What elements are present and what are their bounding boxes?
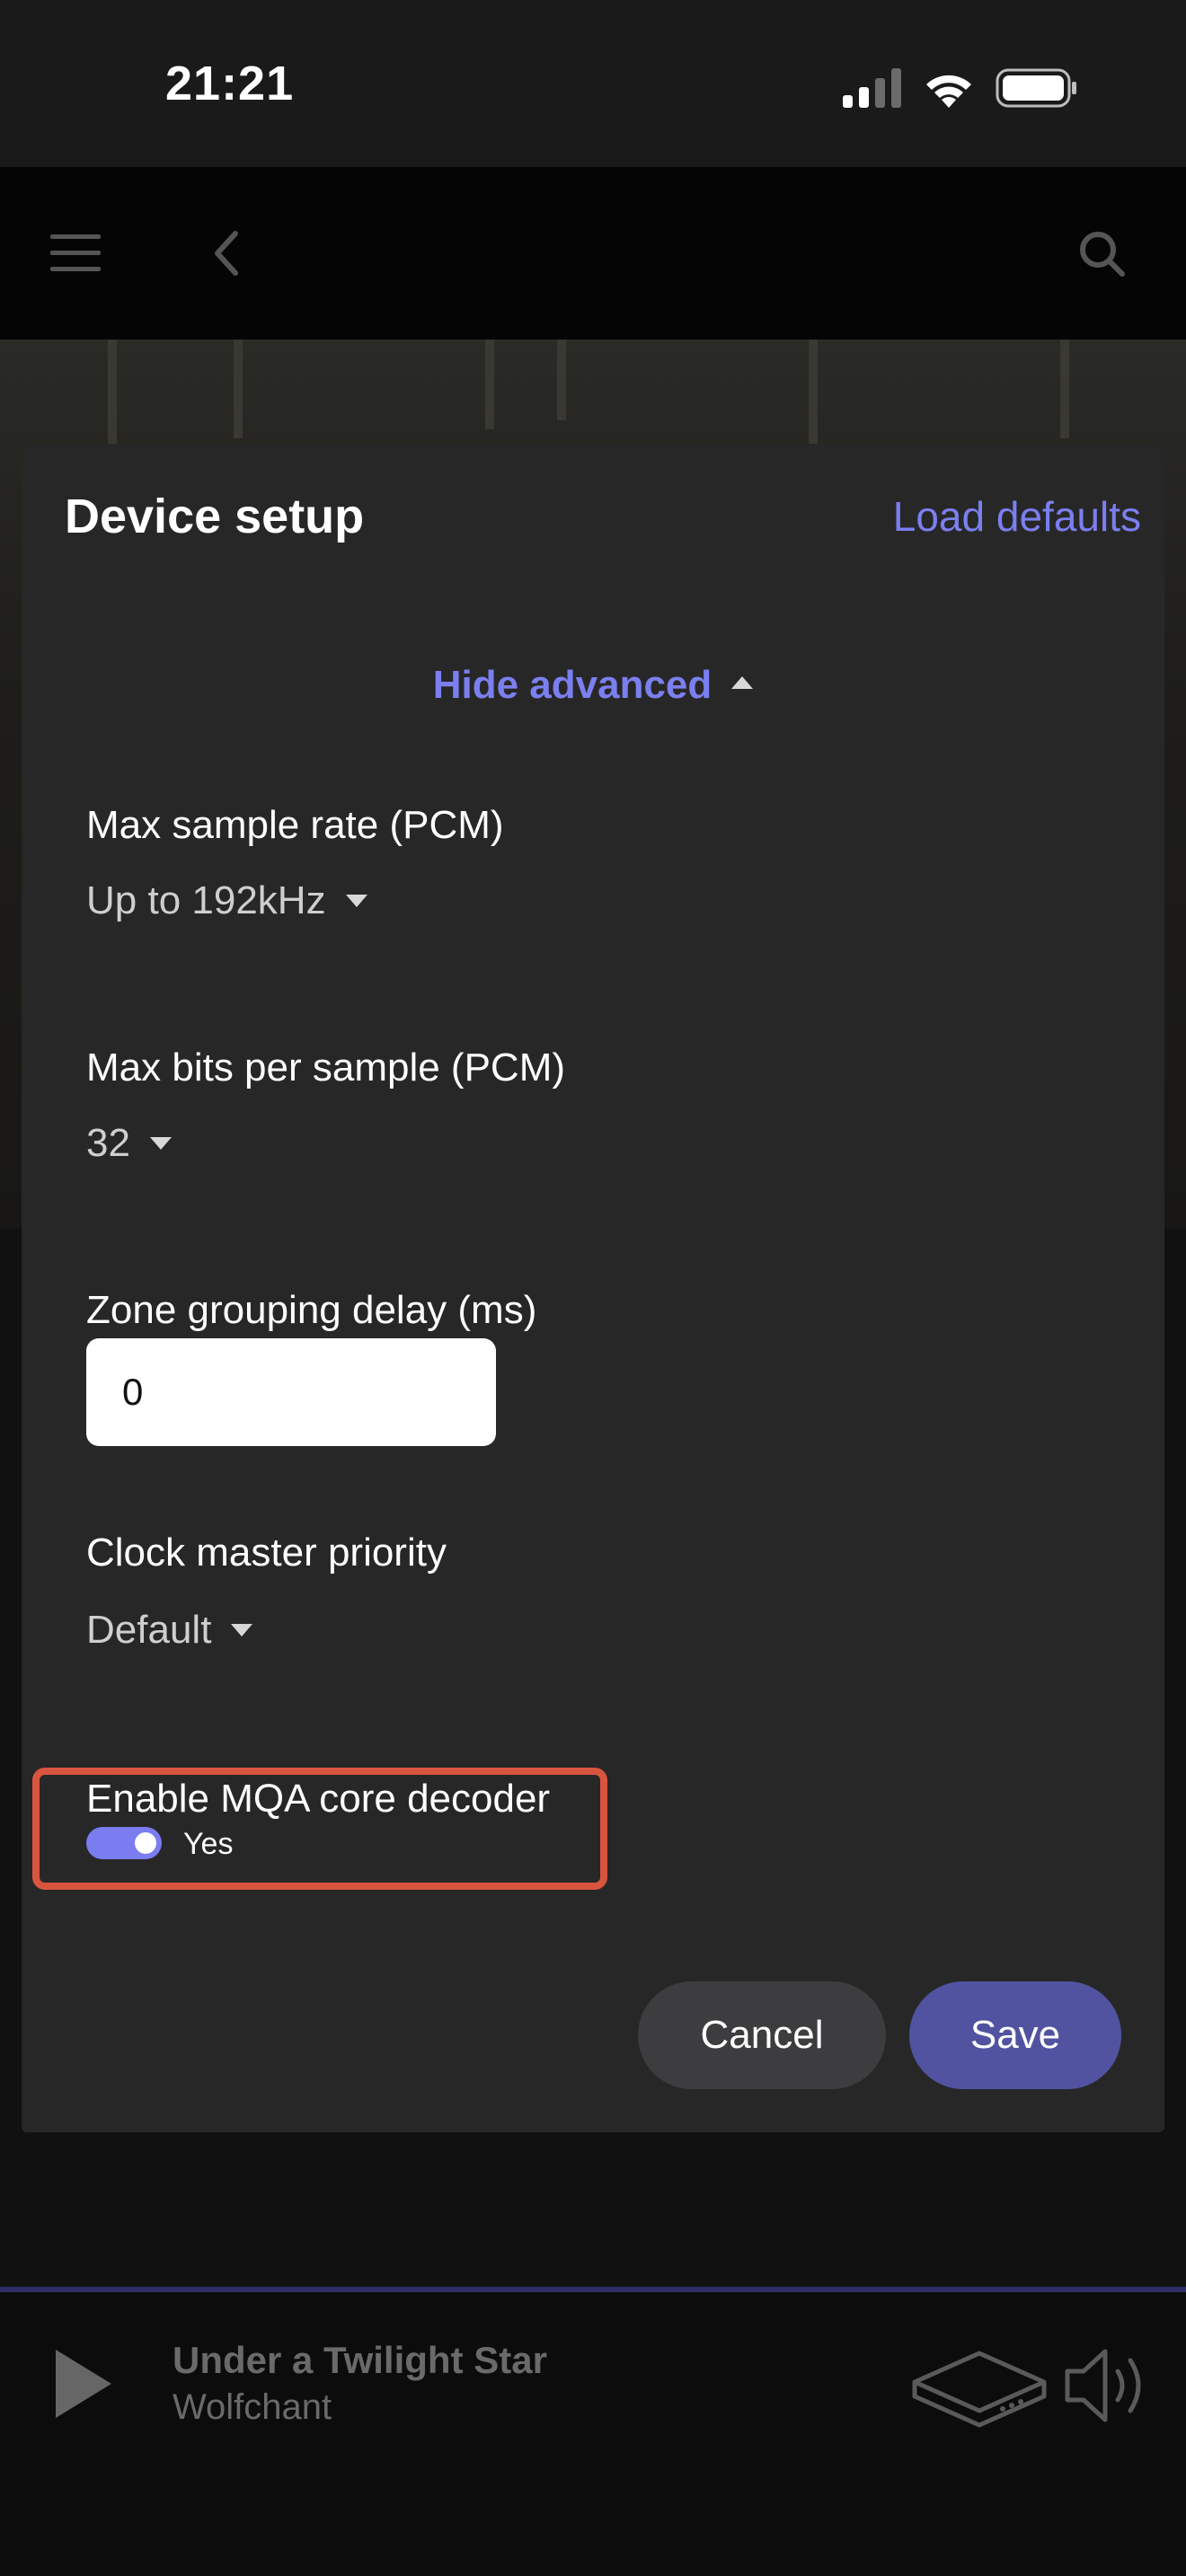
- mqa-decoder-toggle[interactable]: [86, 1827, 162, 1859]
- wifi-icon: [926, 75, 971, 108]
- cancel-button[interactable]: Cancel: [638, 1981, 886, 2089]
- hamburger-menu-icon: [50, 234, 101, 271]
- clock-master-label: Clock master priority: [86, 1531, 447, 1575]
- status-icons: [843, 63, 1078, 113]
- hide-advanced-label: Hide advanced: [432, 663, 712, 707]
- max-sample-rate-dropdown[interactable]: Up to 192kHz: [86, 878, 367, 923]
- chevron-left-icon: [215, 231, 238, 276]
- status-time: 21:21: [165, 57, 295, 110]
- clock-master-value: Default: [86, 1608, 212, 1652]
- search-button[interactable]: [1069, 221, 1134, 286]
- max-sample-rate-value: Up to 192kHz: [86, 878, 326, 922]
- caret-down-icon: [149, 1137, 172, 1151]
- mqa-decoder-label: Enable MQA core decoder: [86, 1777, 551, 1821]
- load-defaults-link[interactable]: Load defaults: [893, 492, 1141, 541]
- caret-down-icon: [231, 1624, 253, 1637]
- play-icon[interactable]: [56, 2350, 111, 2418]
- top-nav: [0, 167, 1186, 340]
- track-artist: Wolfchant: [173, 2387, 332, 2427]
- caret-down-icon: [345, 895, 367, 908]
- now-playing-bar: Under a Twilight Star Wolfchant: [0, 2292, 1186, 2576]
- max-bits-dropdown[interactable]: 32: [86, 1121, 172, 1166]
- mqa-toggle-text: Yes: [183, 1827, 234, 1861]
- back-button[interactable]: [194, 221, 259, 286]
- status-bar: 21:21: [0, 0, 1186, 167]
- max-bits-value: 32: [86, 1121, 130, 1165]
- track-title: Under a Twilight Star: [173, 2339, 547, 2381]
- clock-master-dropdown[interactable]: Default: [86, 1608, 253, 1653]
- save-button[interactable]: Save: [909, 1981, 1121, 2089]
- max-sample-rate-label: Max sample rate (PCM): [86, 803, 504, 847]
- toggle-knob: [135, 1832, 156, 1854]
- volume-icon[interactable]: [1062, 2342, 1152, 2429]
- zone-delay-label: Zone grouping delay (ms): [86, 1288, 537, 1332]
- max-bits-label: Max bits per sample (PCM): [86, 1045, 566, 1090]
- hide-advanced-toggle[interactable]: Hide advanced: [22, 663, 1164, 708]
- dialog-title: Device setup: [65, 490, 365, 543]
- menu-button[interactable]: [43, 221, 108, 286]
- battery-icon: [996, 68, 1076, 108]
- caret-up-icon: [731, 676, 754, 690]
- search-icon: [1080, 232, 1125, 277]
- device-icon[interactable]: [909, 2346, 1049, 2432]
- device-setup-dialog: Device setup Load defaults Hide advanced…: [22, 444, 1164, 2132]
- zone-delay-input[interactable]: [86, 1338, 496, 1446]
- signal-icon: [843, 68, 901, 108]
